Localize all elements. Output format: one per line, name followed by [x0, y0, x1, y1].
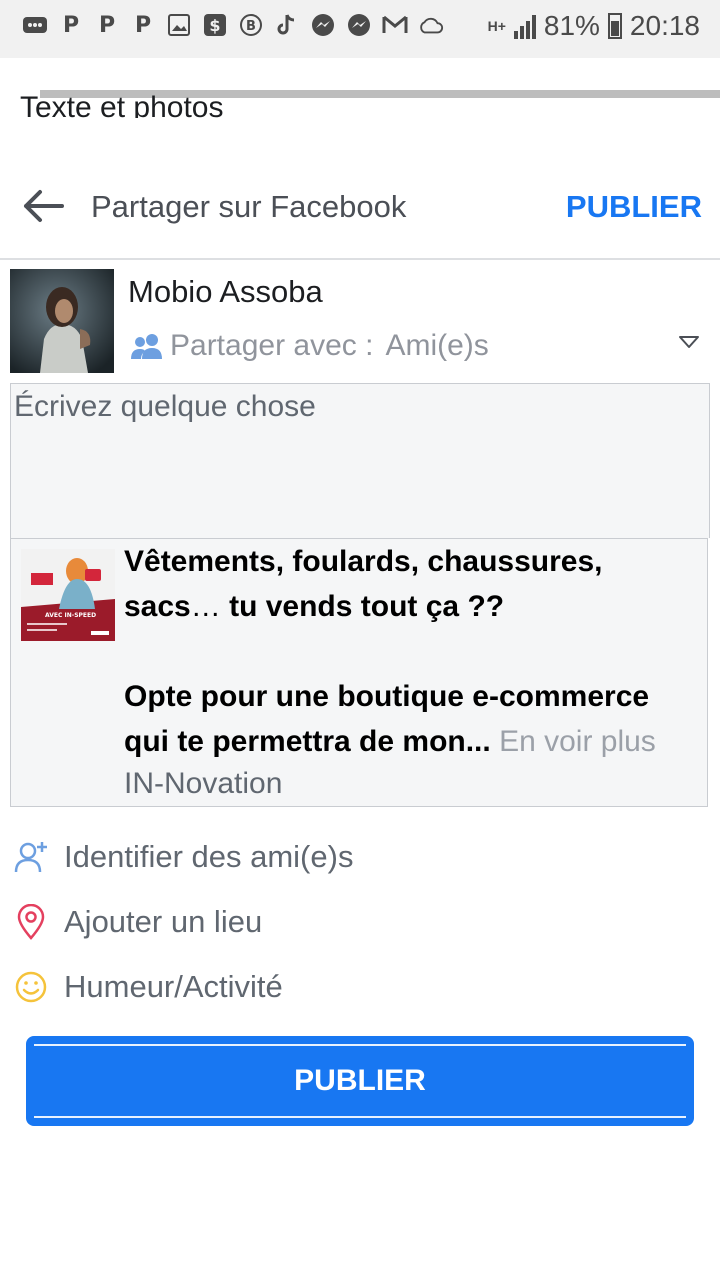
signal-icon — [513, 13, 536, 39]
svg-text:$: $ — [209, 16, 220, 35]
back-arrow-icon[interactable] — [22, 189, 66, 223]
link-preview-source: IN-Novation — [124, 767, 283, 800]
background-title: Texte et photos — [20, 91, 224, 118]
chevron-down-icon[interactable] — [678, 334, 700, 350]
smiley-icon — [14, 969, 48, 1005]
tiktok-icon — [274, 12, 300, 38]
avatar[interactable] — [10, 269, 114, 373]
image-icon — [166, 12, 192, 38]
add-location-action[interactable]: Ajouter un lieu — [14, 898, 262, 946]
link-preview-thumbnail: AVEC IN-SPEED — [21, 549, 115, 641]
audience-selector[interactable]: Partager avec : Ami(e)s — [130, 326, 710, 366]
share-header: Partager sur Facebook PUBLIER — [0, 165, 720, 257]
add-location-label: Ajouter un lieu — [64, 904, 263, 939]
battery-icon — [607, 13, 622, 39]
post-text-input[interactable]: Écrivez quelque chose — [10, 383, 710, 538]
publish-header-button[interactable]: PUBLIER — [566, 189, 702, 225]
thumbnail-caption: AVEC IN-SPEED — [45, 612, 96, 619]
p-icon: P — [62, 12, 80, 38]
page-title: Partager sur Facebook — [91, 189, 407, 224]
location-pin-icon — [14, 904, 48, 940]
messenger-icon — [346, 12, 372, 38]
b-icon: B — [238, 12, 264, 38]
user-name: Mobio Assoba — [128, 274, 323, 309]
preview-line: Vêtements, foulards, chaussures, — [124, 545, 603, 578]
publish-button[interactable]: PUBLIER — [26, 1036, 694, 1126]
gmail-icon — [382, 12, 408, 38]
status-bar: P P P $ B H+ 81% 20:18 — [0, 0, 720, 58]
friends-icon — [130, 332, 164, 360]
preview-line: sacs… tu vends tout ça ?? — [124, 590, 505, 623]
audience-value: Ami(e)s — [385, 329, 489, 362]
svg-text:B: B — [246, 19, 256, 34]
notification-icon — [22, 12, 48, 38]
link-preview-card[interactable]: AVEC IN-SPEED Vêtements, foulards, chaus… — [10, 538, 708, 807]
audience-label: Partager avec : — [170, 329, 374, 362]
preview-line: qui te permettra de mon... En voir plus — [124, 725, 656, 758]
cloud-icon — [418, 12, 444, 38]
notification-icons: P P P $ B — [22, 12, 444, 38]
battery-percent: 81% — [543, 10, 600, 41]
post-text-placeholder: Écrivez quelque chose — [14, 390, 316, 423]
feeling-activity-label: Humeur/Activité — [64, 969, 283, 1004]
preview-spacer — [124, 629, 699, 674]
link-preview-text: Vêtements, foulards, chaussures, sacs… t… — [124, 539, 699, 764]
tag-friends-action[interactable]: Identifier des ami(e)s — [14, 833, 353, 881]
p-icon: P — [134, 12, 152, 38]
tag-friends-icon — [14, 839, 48, 875]
p-icon: P — [98, 12, 116, 38]
preview-line: Opte pour une boutique e-commerce — [124, 680, 650, 713]
tag-friends-label: Identifier des ami(e)s — [64, 839, 354, 874]
system-status: H+ 81% 20:18 — [488, 10, 700, 42]
clock: 20:18 — [629, 10, 700, 41]
dollar-icon: $ — [202, 12, 228, 38]
header-divider — [0, 258, 720, 260]
network-type: H+ — [487, 17, 506, 34]
messenger-icon — [310, 12, 336, 38]
feeling-activity-action[interactable]: Humeur/Activité — [14, 963, 283, 1011]
see-more-link[interactable]: En voir plus — [491, 725, 656, 758]
